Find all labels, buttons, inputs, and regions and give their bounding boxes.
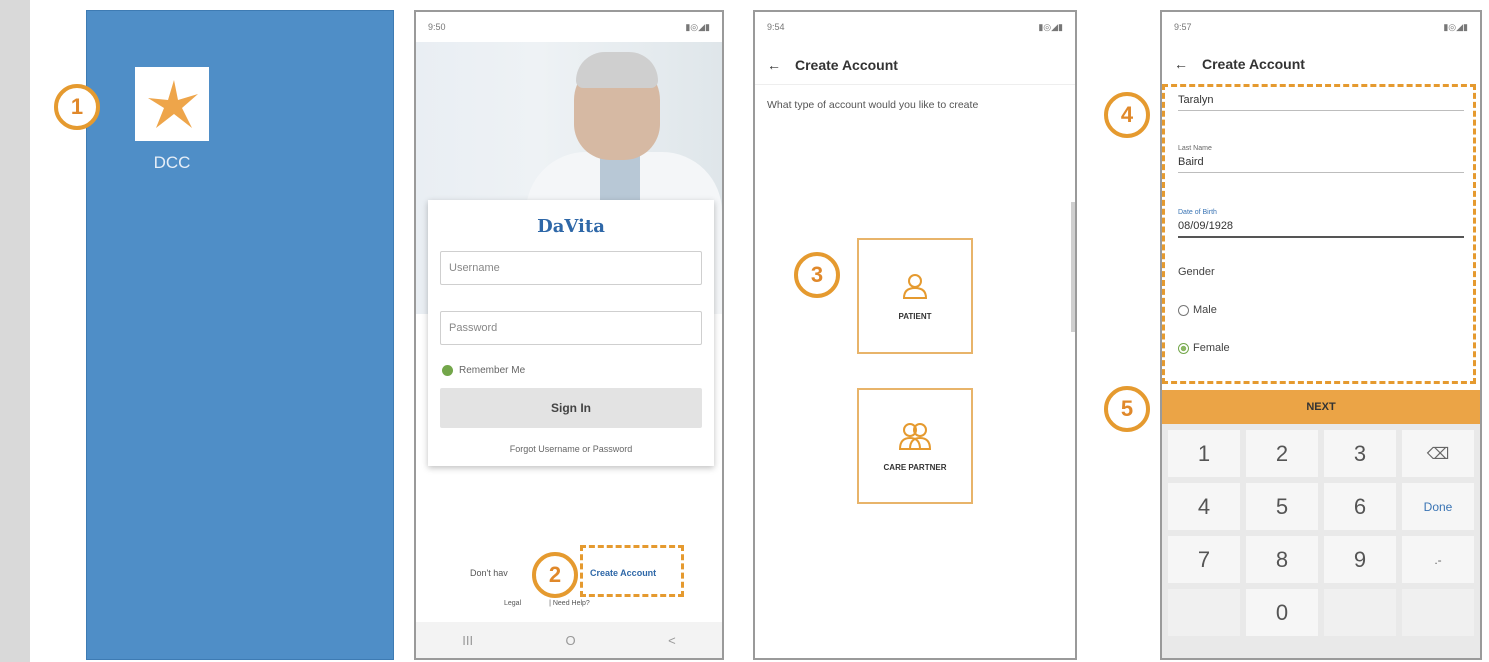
sign-in-button[interactable]: Sign In bbox=[440, 388, 702, 428]
blank-key bbox=[1168, 589, 1240, 636]
app-header: ← Create Account bbox=[755, 46, 1075, 84]
blank-key bbox=[1402, 589, 1474, 636]
davita-logo: DaVita bbox=[537, 216, 605, 237]
home-icon[interactable]: O bbox=[566, 633, 576, 648]
page-title: Create Account bbox=[795, 57, 898, 73]
status-bar: 9:57 ▮◎◢▮ bbox=[1162, 12, 1480, 46]
care-partner-label: CARE PARTNER bbox=[883, 462, 947, 472]
dcc-app-icon[interactable] bbox=[135, 67, 209, 141]
step-5-badge: 5 bbox=[1104, 386, 1150, 432]
android-nav-bar: III O < bbox=[416, 622, 722, 658]
key-1[interactable]: 1 bbox=[1168, 430, 1240, 477]
login-card: DaVita Username Password Remember Me Sig… bbox=[428, 200, 714, 466]
key-9[interactable]: 9 bbox=[1324, 536, 1396, 583]
status-time: 9:54 bbox=[767, 22, 785, 32]
highlight-create-account bbox=[580, 545, 684, 597]
forgot-link[interactable]: Forgot Username or Password bbox=[428, 444, 714, 454]
star-logo-icon bbox=[148, 80, 198, 128]
done-key[interactable]: Done bbox=[1402, 483, 1474, 530]
people-icon bbox=[898, 422, 932, 450]
scrollbar[interactable] bbox=[1071, 202, 1075, 332]
step-3-badge: 3 bbox=[794, 252, 840, 298]
step-1-badge: 1 bbox=[54, 84, 100, 130]
key-6[interactable]: 6 bbox=[1324, 483, 1396, 530]
legal-links: Legal | Need Help? bbox=[504, 600, 590, 607]
remember-me-label: Remember Me bbox=[459, 365, 526, 376]
doctor-hair bbox=[576, 52, 658, 88]
status-bar: 9:50 ▮◎◢▮ bbox=[416, 12, 722, 46]
key-4[interactable]: 4 bbox=[1168, 483, 1240, 530]
backspace-key-icon[interactable]: ⌫ bbox=[1402, 430, 1474, 477]
step-2-badge: 2 bbox=[532, 552, 578, 598]
account-type-panel: 9:54 ▮◎◢▮ ← Create Account What type of … bbox=[753, 10, 1077, 660]
recents-icon[interactable]: III bbox=[462, 633, 473, 648]
page-title: Create Account bbox=[1202, 56, 1305, 72]
person-icon bbox=[902, 273, 928, 299]
key-2[interactable]: 2 bbox=[1246, 430, 1318, 477]
step-4-badge: 4 bbox=[1104, 92, 1150, 138]
next-button[interactable]: NEXT bbox=[1162, 390, 1480, 424]
key-5[interactable]: 5 bbox=[1246, 483, 1318, 530]
status-icons: ▮◎◢▮ bbox=[1443, 22, 1468, 32]
left-margin-bar bbox=[0, 0, 30, 662]
key-8[interactable]: 8 bbox=[1246, 536, 1318, 583]
care-partner-option[interactable]: CARE PARTNER bbox=[857, 388, 973, 504]
remember-me-toggle[interactable]: Remember Me bbox=[442, 365, 700, 376]
username-input[interactable]: Username bbox=[440, 251, 702, 285]
dont-have-account-text: Don't hav bbox=[470, 568, 508, 578]
punctuation-key[interactable]: .- bbox=[1402, 536, 1474, 583]
password-input[interactable]: Password bbox=[440, 311, 702, 345]
account-type-prompt: What type of account would you like to c… bbox=[755, 84, 1075, 111]
patient-option[interactable]: PATIENT bbox=[857, 238, 973, 354]
back-icon[interactable]: < bbox=[668, 633, 676, 648]
key-0[interactable]: 0 bbox=[1246, 589, 1318, 636]
highlight-form-fields bbox=[1162, 84, 1476, 384]
numeric-keypad: 1 2 3 ⌫ 4 5 6 Done 7 8 9 .- 0 bbox=[1162, 424, 1480, 658]
home-screen-panel: DCC bbox=[86, 10, 394, 660]
blank-key bbox=[1324, 589, 1396, 636]
back-arrow-icon[interactable]: ← bbox=[1174, 56, 1188, 72]
key-7[interactable]: 7 bbox=[1168, 536, 1240, 583]
status-time: 9:57 bbox=[1174, 22, 1192, 32]
status-bar: 9:54 ▮◎◢▮ bbox=[755, 12, 1075, 46]
patient-label: PATIENT bbox=[898, 311, 932, 321]
status-icons: ▮◎◢▮ bbox=[1038, 22, 1063, 32]
key-3[interactable]: 3 bbox=[1324, 430, 1396, 477]
app-label: DCC bbox=[153, 153, 191, 172]
legal-link[interactable]: Legal bbox=[504, 600, 521, 607]
back-arrow-icon[interactable]: ← bbox=[767, 57, 781, 73]
app-header: ← Create Account bbox=[1162, 46, 1480, 82]
need-help-link[interactable]: | Need Help? bbox=[549, 600, 590, 607]
check-icon bbox=[442, 365, 453, 376]
